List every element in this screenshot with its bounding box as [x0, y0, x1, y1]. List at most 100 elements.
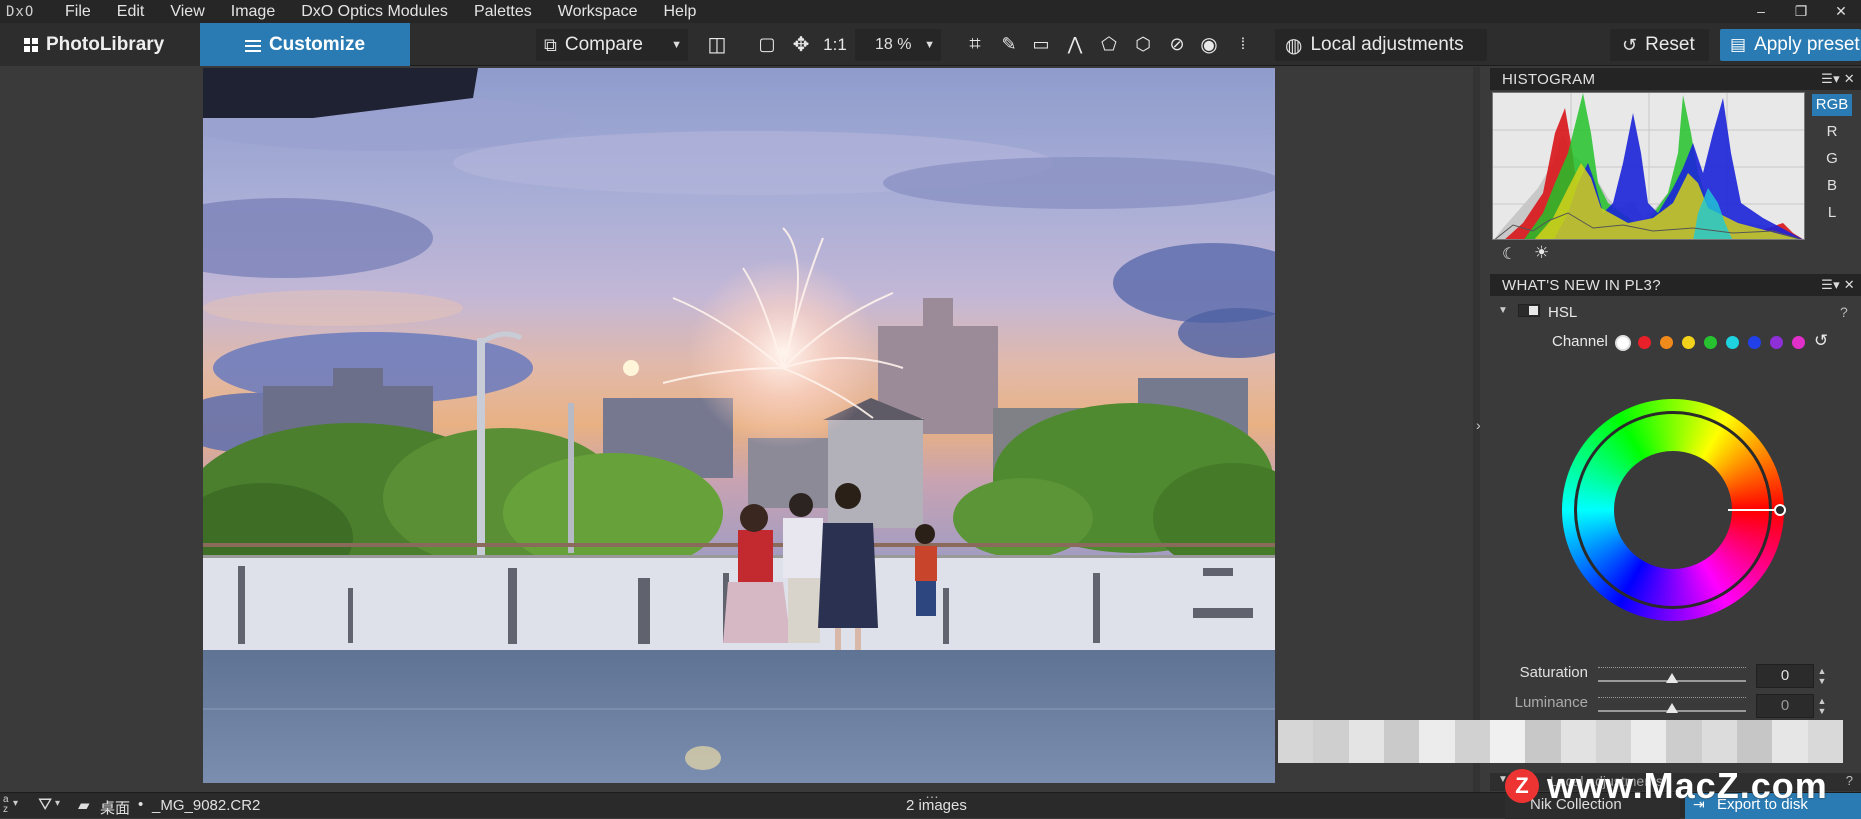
luminance-spinner[interactable]: ▲ ▼ — [1816, 696, 1828, 716]
watermark: Z www.MacZ.com — [1505, 765, 1828, 806]
perspective-8pt-icon[interactable]: ⬡ — [1128, 23, 1158, 66]
tab-photolibrary[interactable]: PhotoLibrary — [0, 23, 200, 66]
repair-icon[interactable]: ⊘ — [1162, 23, 1192, 66]
chevron-down-icon[interactable]: ▾ — [13, 798, 18, 809]
photo-preview[interactable] — [203, 68, 1275, 783]
histogram-channel-b[interactable]: B — [1812, 175, 1852, 197]
eyedropper-icon[interactable]: ✎ — [994, 23, 1024, 66]
channel-swatch-blue[interactable] — [1748, 336, 1761, 349]
saturation-spinner[interactable]: ▲ ▼ — [1816, 666, 1828, 686]
luminance-value[interactable]: 0 — [1756, 694, 1814, 718]
histogram-channel-l[interactable]: L — [1812, 202, 1852, 224]
menu-palettes[interactable]: Palettes — [461, 3, 545, 21]
help-icon[interactable]: ? — [1840, 304, 1848, 320]
channel-swatch-all[interactable] — [1615, 335, 1631, 351]
channel-swatch-purple[interactable] — [1770, 336, 1783, 349]
grid-icon — [24, 37, 38, 52]
channel-swatch-magenta[interactable] — [1792, 336, 1805, 349]
zoom-select[interactable]: 18 % ▼ — [855, 29, 941, 61]
luminance-slider-thumb[interactable] — [1666, 703, 1678, 713]
menu-file[interactable]: File — [52, 3, 104, 21]
folder-name[interactable]: 桌面 — [100, 797, 130, 818]
compare-button[interactable]: ⧉ Compare ▼ — [536, 29, 688, 61]
histogram-channel-g[interactable]: G — [1812, 148, 1852, 170]
close-icon[interactable]: ✕ — [1821, 0, 1861, 23]
panel-menu-icon[interactable]: ☰▾ ✕ — [1821, 71, 1855, 87]
help-icon[interactable]: ? — [1846, 773, 1853, 788]
fit-screen-icon[interactable]: ▢ — [750, 23, 784, 66]
saturation-slider-thumb[interactable] — [1666, 673, 1678, 683]
sort-icon[interactable]: az — [3, 795, 9, 815]
histogram-header[interactable]: HISTOGRAM ☰▾ ✕ — [1490, 68, 1861, 90]
photo-image — [203, 68, 1275, 783]
perspective-rect-icon[interactable]: ⬠ — [1094, 23, 1124, 66]
sun-icon[interactable]: ☀ — [1534, 243, 1549, 263]
crop-icon[interactable]: ⌗ — [960, 23, 990, 66]
one-to-one-button[interactable]: 1:1 — [818, 23, 852, 66]
channel-swatch-cyan[interactable] — [1726, 336, 1739, 349]
toolbar: PhotoLibrary Customize ⧉ Compare ▼ ◫ ▢ ✥… — [0, 23, 1861, 66]
histogram-channel-rgb[interactable]: RGB — [1812, 94, 1852, 116]
menu-bar: DxO File Edit View Image DxO Optics Modu… — [0, 0, 1861, 23]
local-adjustments-button[interactable]: ◍ Local adjustments — [1275, 29, 1487, 61]
hue-handle[interactable] — [1774, 504, 1786, 516]
restore-icon[interactable]: ❐ — [1781, 0, 1821, 23]
histogram-channel-r[interactable]: R — [1812, 121, 1852, 143]
moon-icon[interactable]: ☾ — [1502, 244, 1516, 264]
horizon-icon[interactable]: ▭ — [1026, 23, 1056, 66]
chevron-down-icon[interactable]: ▾ — [55, 798, 60, 809]
menu-help[interactable]: Help — [650, 3, 709, 21]
apply-preset-button[interactable]: ▤ Apply preset — [1720, 29, 1861, 61]
hsl-toggle[interactable] — [1518, 304, 1540, 317]
saturation-label: Saturation — [1519, 664, 1588, 681]
menu-dxo-optics-modules[interactable]: DxO Optics Modules — [288, 3, 461, 21]
file-name: _MG_9082.CR2 — [152, 797, 261, 814]
path-separator: • — [138, 796, 144, 813]
chevron-down-icon[interactable]: ▼ — [671, 39, 682, 51]
channel-swatch-red[interactable] — [1638, 336, 1651, 349]
local-adjustments-label: Local adjustments — [1310, 34, 1464, 55]
image-count: 2 images — [906, 797, 967, 814]
local-adjustments-icon: ◍ — [1285, 34, 1303, 57]
perspective-icon[interactable]: ⋀ — [1060, 23, 1090, 66]
panel-menu-icon[interactable]: ☰▾ ✕ — [1821, 277, 1855, 293]
chevron-down-icon[interactable]: ▼ — [924, 39, 935, 51]
tab-photolibrary-label: PhotoLibrary — [46, 33, 165, 55]
channel-label: Channel — [1552, 333, 1608, 350]
channel-swatch-orange[interactable] — [1660, 336, 1673, 349]
compare-label: Compare — [564, 34, 644, 55]
whats-new-header[interactable]: WHAT'S NEW IN PL3? ☰▾ ✕ — [1490, 274, 1861, 296]
filter-icon[interactable]: ⛛ — [38, 795, 52, 815]
eye-icon[interactable]: ◉ — [1194, 23, 1224, 66]
tab-customize-label: Customize — [268, 33, 366, 55]
reset-button[interactable]: ↺ Reset — [1610, 29, 1709, 61]
minimize-icon[interactable]: – — [1741, 0, 1781, 23]
folder-icon: ▰ — [78, 797, 90, 814]
hue-color-wheel[interactable] — [1562, 399, 1786, 621]
preset-icon: ▤ — [1730, 35, 1747, 54]
window-controls: – ❐ ✕ — [1741, 0, 1861, 23]
collapse-triangle-icon[interactable]: ▼ — [1498, 305, 1508, 316]
apply-preset-label: Apply preset — [1754, 34, 1860, 55]
watermark-text: www.MacZ.com — [1547, 765, 1828, 806]
hsl-label: HSL — [1548, 304, 1578, 321]
reset-icon: ↺ — [1622, 34, 1638, 55]
histogram-title: HISTOGRAM — [1502, 70, 1596, 88]
menu-view[interactable]: View — [157, 3, 217, 21]
channel-swatch-yellow[interactable] — [1682, 336, 1695, 349]
menu-image[interactable]: Image — [218, 3, 288, 21]
menu-workspace[interactable]: Workspace — [545, 3, 651, 21]
saturation-value[interactable]: 0 — [1756, 664, 1814, 688]
menu-edit[interactable]: Edit — [104, 3, 158, 21]
watermark-logo-icon: Z — [1505, 769, 1539, 803]
split-view-icon[interactable]: ◫ — [700, 23, 734, 66]
tab-customize[interactable]: Customize — [200, 23, 410, 66]
reset-label: Reset — [1645, 34, 1695, 55]
whats-new-title: WHAT'S NEW IN PL3? — [1502, 276, 1661, 294]
reset-channel-icon[interactable]: ↺ — [1814, 331, 1828, 351]
channel-swatch-green[interactable] — [1704, 336, 1717, 349]
sliders-icon — [244, 38, 261, 52]
app-logo: DxO — [6, 3, 35, 20]
grid-overlay-icon[interactable]: ⁞ — [1228, 23, 1258, 66]
move-icon[interactable]: ✥ — [786, 23, 816, 66]
